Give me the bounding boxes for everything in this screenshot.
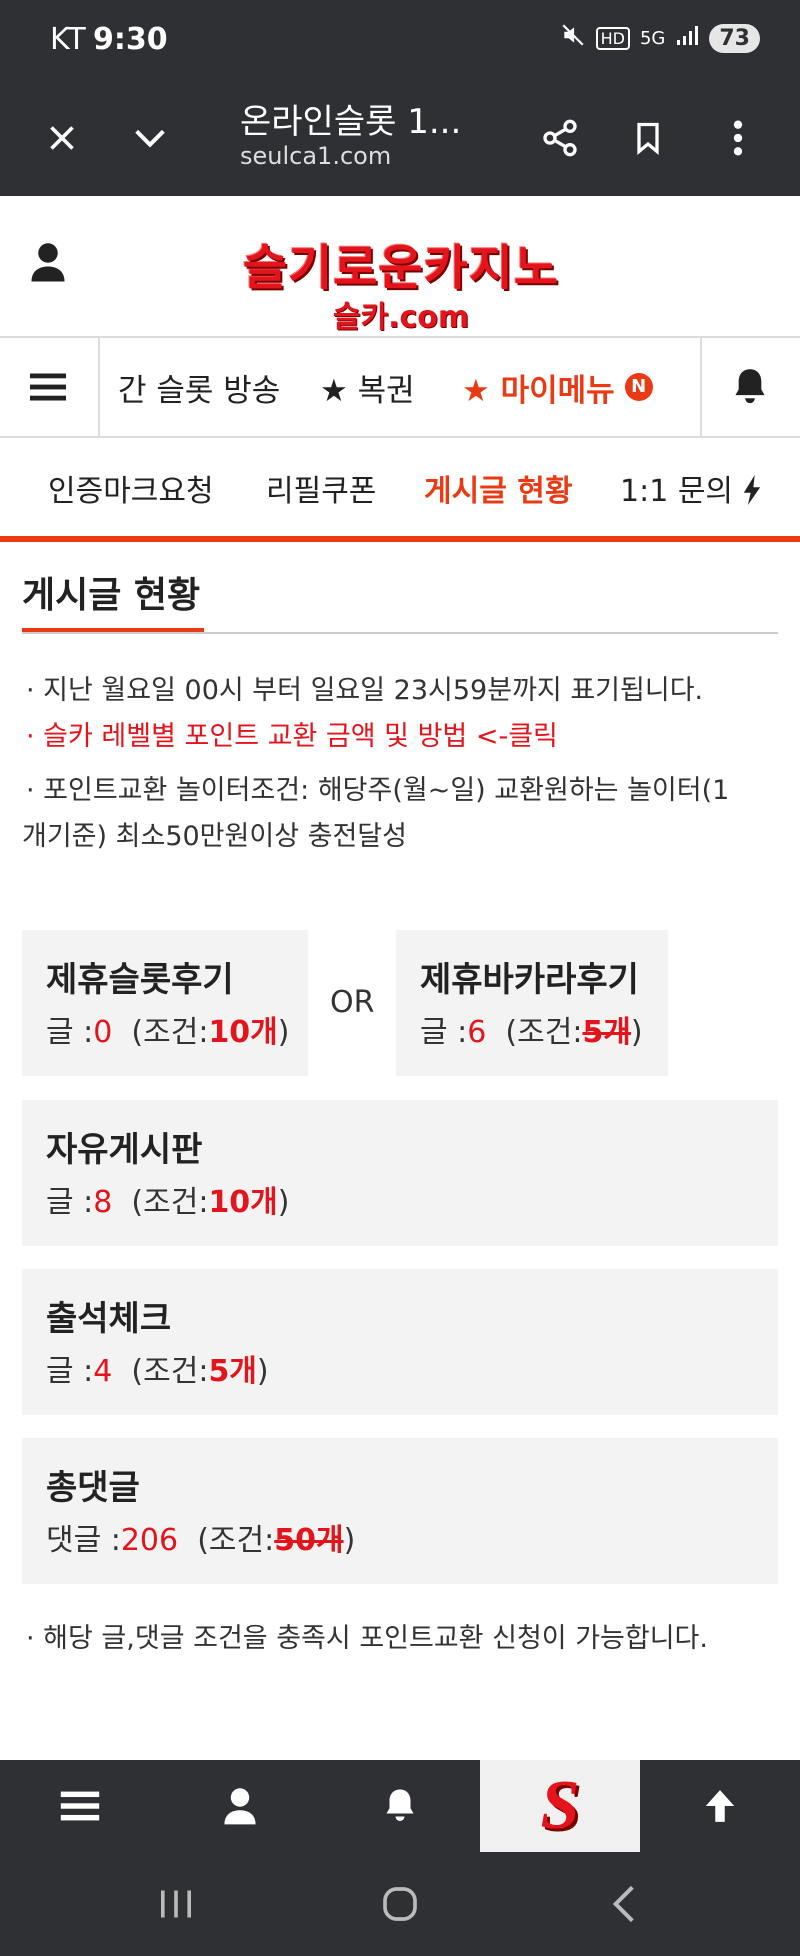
- cond-value: 10개: [208, 1185, 278, 1220]
- post-count: 0: [93, 1015, 113, 1050]
- note-period: · 지난 월요일 00시 부터 일요일 23시59분까지 표기됩니다.: [26, 675, 704, 706]
- note-condition-line2: 개기준) 최소50만원이상 충전달성: [22, 821, 407, 852]
- status-icons: HD 5G 73: [560, 22, 760, 54]
- board-count-line: 댓글 :206 (조건:50개): [46, 1515, 754, 1559]
- chevron-down-icon[interactable]: [122, 110, 178, 166]
- board-title: 자유게시판: [46, 1130, 203, 1170]
- user-icon[interactable]: [160, 1760, 320, 1852]
- title-underline: [22, 628, 204, 632]
- cond-suffix: ): [277, 1015, 290, 1050]
- board-count-line: 글 :8 (조건:10개): [46, 1177, 754, 1221]
- bell-icon[interactable]: [730, 338, 770, 436]
- cond-prefix: (조건:: [131, 1185, 209, 1220]
- user-icon[interactable]: [30, 240, 66, 288]
- note-exchange-link[interactable]: · 슬카 레벨별 포인트 교환 금액 및 방법 <-클릭: [26, 714, 558, 760]
- tab-inquiry[interactable]: 1:1 문의: [620, 466, 761, 510]
- cond-prefix: (조건:: [131, 1354, 209, 1389]
- sub-nav: 인증마크요청 리필쿠폰 게시글 현황 1:1 문의: [0, 438, 800, 542]
- browser-toolbar: 온라인슬롯 1... seulca1.com: [0, 80, 800, 196]
- lightning-icon: [743, 475, 760, 505]
- board-count-line: 글 :4 (조건:5개): [46, 1346, 754, 1390]
- count-label: 댓글 :: [46, 1523, 121, 1558]
- android-nav-bar: [0, 1852, 800, 1956]
- comment-count: 206: [120, 1523, 179, 1558]
- cond-value: 50개: [274, 1523, 344, 1558]
- new-badge: N: [624, 373, 653, 401]
- android-back-icon[interactable]: [594, 1878, 654, 1930]
- nav-divider: [98, 338, 100, 436]
- board-title: 제휴슬롯후기: [46, 960, 234, 1000]
- carrier-label: KT: [50, 22, 86, 57]
- logo-letter: S: [540, 1767, 580, 1844]
- cond-value: 5개: [582, 1015, 631, 1050]
- nav-item-slot-broadcast[interactable]: 간 슬롯 방송: [118, 338, 280, 436]
- close-icon[interactable]: [34, 110, 90, 166]
- hamburger-icon[interactable]: [0, 1760, 160, 1852]
- post-count: 6: [467, 1015, 487, 1050]
- android-recents-icon[interactable]: [146, 1878, 206, 1930]
- hd-icon: HD: [595, 26, 630, 50]
- post-count: 4: [93, 1354, 113, 1389]
- or-label: OR: [330, 985, 375, 1020]
- board-count-line: 글 :0 (조건:10개): [46, 1007, 290, 1051]
- cond-value: 5개: [208, 1354, 257, 1389]
- bottom-nav: S: [0, 1760, 800, 1852]
- logo-main-text: 슬기로운카지노: [242, 240, 560, 296]
- count-label: 글 :: [46, 1185, 94, 1220]
- tab-inquiry-label: 1:1 문의: [620, 474, 734, 509]
- site-header: 슬기로운카지노 슬카.com: [0, 196, 800, 336]
- site-logo-button[interactable]: S: [480, 1760, 640, 1852]
- cond-prefix: (조건:: [131, 1015, 209, 1050]
- count-label: 글 :: [46, 1354, 94, 1389]
- cond-prefix: (조건:: [505, 1015, 583, 1050]
- mute-icon: [560, 22, 586, 54]
- arrow-up-icon[interactable]: [640, 1760, 800, 1852]
- page-title[interactable]: 온라인슬롯 1...: [240, 94, 461, 143]
- board-card-baccarat-review[interactable]: 제휴바카라후기 글 :6 (조건:5개): [396, 930, 668, 1076]
- footer-note: · 해당 글,댓글 조건을 충족시 포인트교환 신청이 가능합니다.: [26, 1623, 708, 1654]
- title-divider: [22, 632, 778, 634]
- board-title: 총댓글: [46, 1468, 140, 1508]
- nav-item-mymenu-label: ★ 마이메뉴: [462, 372, 615, 409]
- site-logo[interactable]: 슬기로운카지노 슬카.com: [240, 228, 562, 336]
- nav-item-lottery[interactable]: ★ 복권: [320, 338, 415, 436]
- cond-suffix: ): [630, 1015, 643, 1050]
- board-card-attendance[interactable]: 출석체크 글 :4 (조건:5개): [22, 1269, 778, 1415]
- tab-certification-request[interactable]: 인증마크요청: [48, 466, 214, 510]
- bookmark-icon[interactable]: [620, 110, 676, 166]
- nav-divider: [700, 338, 702, 436]
- battery-indicator: 73: [709, 23, 760, 53]
- count-label: 글 :: [420, 1015, 468, 1050]
- more-vert-icon[interactable]: [710, 110, 766, 166]
- network-label: 5G: [639, 27, 666, 49]
- status-bar: KT 9:30 HD 5G 73: [0, 0, 800, 80]
- note-condition-line1: · 포인트교환 놀이터조건: 해당주(월~일) 교환원하는 놀이터(1: [26, 775, 730, 806]
- board-count-line: 글 :6 (조건:5개): [420, 1007, 644, 1051]
- cond-suffix: ): [277, 1185, 290, 1220]
- board-title: 출석체크: [46, 1299, 172, 1339]
- signal-icon: [675, 24, 699, 52]
- board-card-slot-review[interactable]: 제휴슬롯후기 글 :0 (조건:10개): [22, 930, 308, 1076]
- count-label: 글 :: [46, 1015, 94, 1050]
- board-card-free-board[interactable]: 자유게시판 글 :8 (조건:10개): [22, 1100, 778, 1246]
- hamburger-icon[interactable]: [30, 338, 70, 436]
- cond-suffix: ): [256, 1354, 269, 1389]
- tab-refill-coupon[interactable]: 리필쿠폰: [266, 466, 376, 510]
- cond-value: 10개: [208, 1015, 278, 1050]
- section-title: 게시글 현황: [22, 575, 201, 616]
- board-card-total-comments[interactable]: 총댓글 댓글 :206 (조건:50개): [22, 1438, 778, 1584]
- nav-item-mymenu[interactable]: ★ 마이메뉴 N: [462, 338, 653, 436]
- cond-suffix: ): [343, 1523, 356, 1558]
- clock: 9:30: [93, 22, 168, 57]
- cond-prefix: (조건:: [197, 1523, 275, 1558]
- android-home-icon[interactable]: [370, 1878, 430, 1930]
- share-icon[interactable]: [532, 110, 588, 166]
- post-count: 8: [93, 1185, 113, 1220]
- logo-sub-text: 슬카.com: [332, 300, 470, 335]
- tab-post-status[interactable]: 게시글 현황: [424, 466, 572, 510]
- page-url[interactable]: seulca1.com: [240, 142, 391, 170]
- board-title: 제휴바카라후기: [420, 960, 639, 1000]
- bell-icon[interactable]: [320, 1760, 480, 1852]
- main-nav: 간 슬롯 방송 ★ 복권 ★ 마이메뉴 N: [0, 336, 800, 438]
